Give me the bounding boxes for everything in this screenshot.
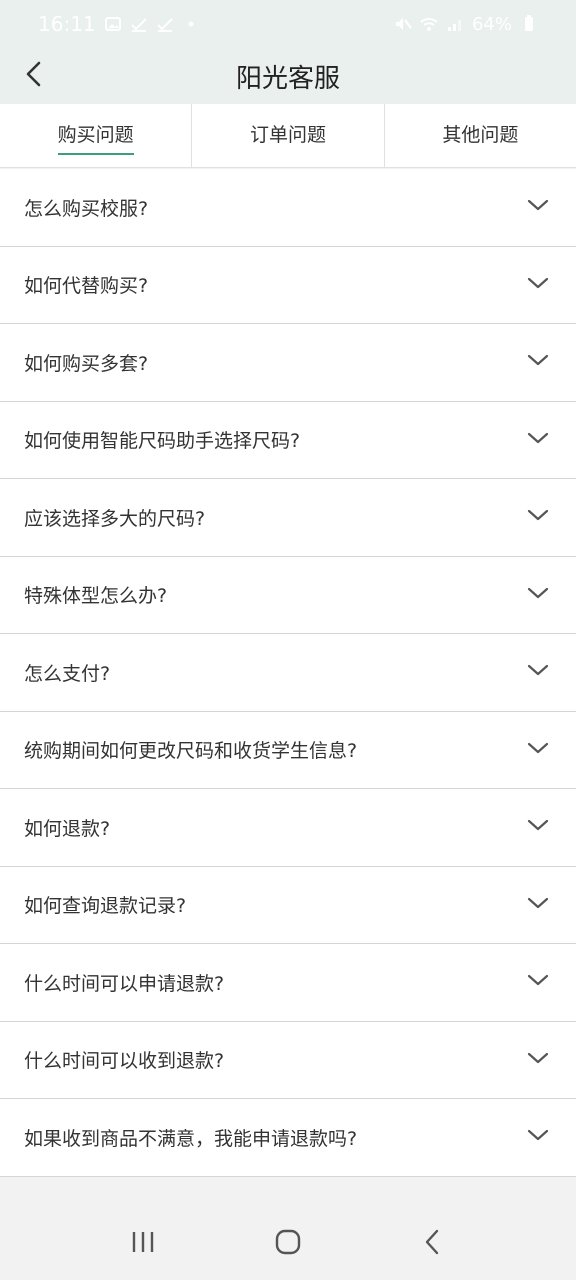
faq-item[interactable]: 如何购买多套? [0,324,576,402]
chevron-down-icon [526,581,550,609]
faq-list: 怎么购买校服? 如何代替购买? 如何购买多套? 如何使用智能尺码助手选择尺码? … [0,169,576,1177]
battery-percent: 64% [471,13,512,35]
faq-item[interactable]: 怎么支付? [0,634,576,712]
faq-question: 怎么购买校服? [24,197,149,220]
faq-question: 如果收到商品不满意，我能申请退款吗? [24,1127,358,1150]
chevron-down-icon [526,1123,550,1151]
faq-item[interactable]: 如果收到商品不满意，我能申请退款吗? [0,1099,576,1177]
faq-item[interactable]: 应该选择多大的尺码? [0,479,576,557]
recent-apps-button[interactable] [113,1214,173,1274]
signal-icon [446,15,464,33]
home-button[interactable] [258,1214,318,1274]
faq-item[interactable]: 怎么购买校服? [0,169,576,247]
faq-question: 如何退款? [24,817,111,840]
chevron-down-icon [526,426,550,454]
tab-label: 其他问题 [442,124,519,146]
faq-question: 如何代替购买? [24,275,149,298]
home-icon [274,1228,302,1260]
chevron-down-icon [526,968,550,996]
faq-question: 特殊体型怎么办? [24,585,168,608]
status-right: 64% [394,14,538,35]
back-nav-icon [423,1228,443,1260]
chevron-down-icon [526,271,550,299]
faq-question: 如何使用智能尺码助手选择尺码? [24,430,301,453]
tab-other[interactable]: 其他问题 [385,104,576,167]
battery-icon [520,15,538,33]
app-header: 阳光客服 [0,48,576,104]
faq-item[interactable]: 什么时间可以收到退款? [0,1021,576,1099]
faq-item[interactable]: 如何退款? [0,789,576,867]
chevron-down-icon [526,1046,550,1074]
check-icon [156,15,174,33]
chevron-down-icon [526,736,550,764]
faq-question: 统购期间如何更改尺码和收货学生信息? [24,740,358,763]
chevron-down-icon [526,503,550,531]
tab-order[interactable]: 订单问题 [192,104,385,167]
faq-question: 应该选择多大的尺码? [24,507,206,530]
chevron-down-icon [526,348,550,376]
faq-question: 如何查询退款记录? [24,895,187,918]
back-button[interactable] [14,56,54,96]
tab-purchase[interactable]: 购买问题 [0,104,193,167]
faq-item[interactable]: 什么时间可以申请退款? [0,944,576,1022]
status-left: 16:11 [38,12,200,36]
tab-label: 订单问题 [249,124,326,146]
chevron-down-icon [526,891,550,919]
mute-icon [394,15,412,33]
dot-icon [182,15,200,33]
faq-question: 如何购买多套? [24,352,149,375]
faq-item[interactable]: 如何使用智能尺码助手选择尺码? [0,401,576,479]
status-bar: 16:11 64% [0,0,576,48]
faq-item[interactable]: 如何代替购买? [0,246,576,324]
status-time: 16:11 [38,12,96,36]
faq-question: 什么时间可以收到退款? [24,1050,225,1073]
screen: 16:11 64% 阳光客服 购买问题 订单问题 其他问题 怎么购买校服? 如何… [0,0,576,1280]
faq-item[interactable]: 特殊体型怎么办? [0,556,576,634]
wifi-icon [420,15,438,33]
faq-item[interactable]: 如何查询退款记录? [0,866,576,944]
tab-label: 购买问题 [57,120,134,155]
faq-question: 怎么支付? [24,662,111,685]
chevron-down-icon [526,813,550,841]
recent-apps-icon [130,1230,156,1258]
back-nav-button[interactable] [403,1214,463,1274]
page-title: 阳光客服 [235,63,340,94]
faq-question: 什么时间可以申请退款? [24,972,225,995]
faq-item[interactable]: 统购期间如何更改尺码和收货学生信息? [0,711,576,789]
chevron-left-icon [23,60,45,92]
tab-bar: 购买问题 订单问题 其他问题 [0,104,576,168]
check-icon [130,15,148,33]
gallery-icon [104,15,122,33]
chevron-down-icon [526,193,550,221]
chevron-down-icon [526,658,550,686]
system-nav-bar [0,1208,576,1280]
